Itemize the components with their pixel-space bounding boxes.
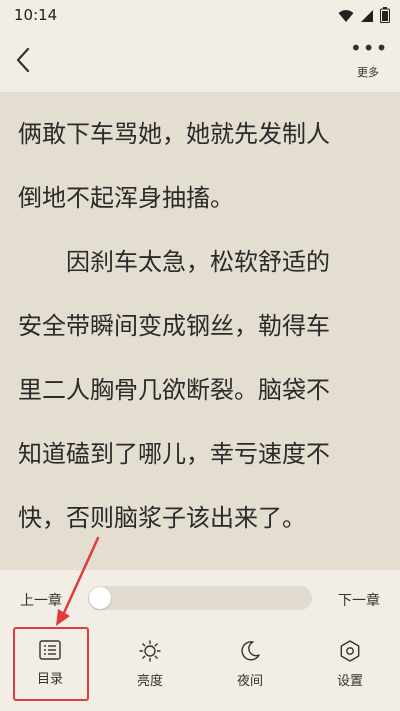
battery-icon [380, 7, 390, 27]
annotation-highlight-box [13, 627, 89, 701]
wifi-icon [338, 8, 354, 27]
moon-icon [212, 640, 288, 662]
chevron-left-icon [8, 47, 42, 82]
status-time: 10:14 [14, 6, 58, 24]
settings-button[interactable]: 设置 [312, 628, 388, 704]
signal-icon [360, 8, 374, 27]
brightness-label: 亮度 [136, 674, 163, 689]
reader-top-bar: ••• 更多 [0, 30, 400, 92]
status-icons [338, 7, 390, 27]
prev-chapter-button[interactable]: 上一章 [20, 590, 62, 610]
night-mode-button[interactable]: 夜间 [212, 628, 288, 704]
slider-thumb[interactable] [89, 587, 111, 609]
more-label: 更多 [357, 66, 379, 79]
more-button[interactable]: ••• 更多 [350, 36, 389, 86]
text-line: 里二人胸骨几欲断裂。脑袋不 [18, 376, 330, 404]
settings-icon [312, 640, 388, 662]
text-line: 俩敢下车骂她，她就先发制人 [18, 120, 330, 148]
night-mode-label: 夜间 [236, 674, 263, 689]
text-line: 知道磕到了哪儿，幸亏速度不 [18, 440, 330, 468]
text-line: 安全带瞬间变成钢丝，勒得车 [18, 312, 330, 340]
next-chapter-button[interactable]: 下一章 [338, 590, 380, 610]
settings-label: 设置 [336, 674, 363, 689]
chapter-text: 俩敢下车骂她，她就先发制人 倒地不起浑身抽搐。 因刹车太急，松软舒适的 安全带瞬… [18, 102, 388, 550]
back-button[interactable] [8, 42, 42, 78]
text-line: 倒地不起浑身抽搐。 [18, 184, 234, 212]
reading-content[interactable]: 俩敢下车骂她，她就先发制人 倒地不起浑身抽搐。 因刹车太急，松软舒适的 安全带瞬… [0, 92, 400, 570]
text-line: 快，否则脑浆子该出来了。 [18, 504, 306, 532]
text-line: 因刹车太急，松软舒适的 [66, 248, 330, 276]
chapter-progress-slider[interactable] [88, 586, 312, 610]
chapter-navigation: 上一章 下一章 [0, 582, 400, 614]
brightness-button[interactable]: 亮度 [112, 628, 188, 704]
more-dots-icon: ••• [350, 36, 389, 60]
status-bar: 10:14 [0, 0, 400, 30]
brightness-icon [112, 640, 188, 662]
